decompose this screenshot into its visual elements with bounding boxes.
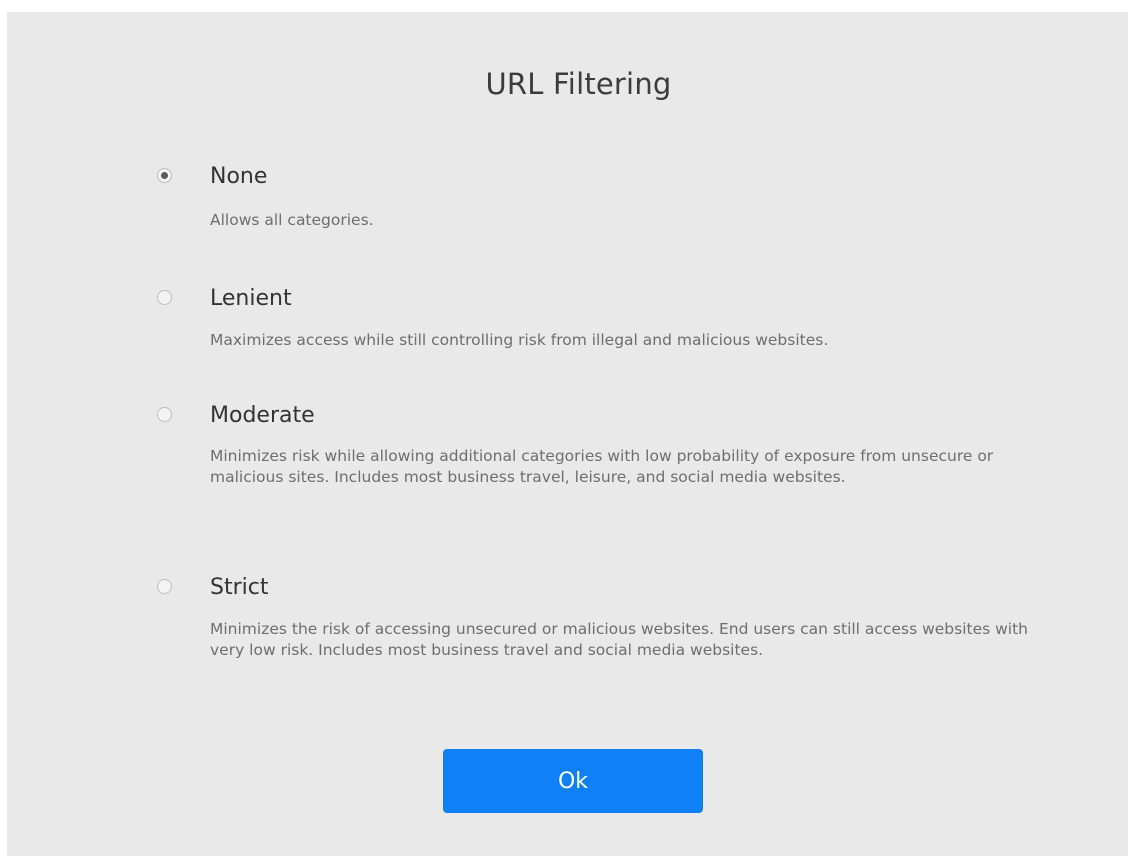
- option-lenient-label: Lenient: [210, 286, 292, 311]
- option-none-description: Allows all categories.: [210, 211, 374, 229]
- radio-lenient[interactable]: [157, 290, 172, 305]
- option-strict-label: Strict: [210, 575, 269, 600]
- option-moderate-description: Minimizes risk while allowing additional…: [210, 447, 994, 486]
- radio-moderate[interactable]: [157, 407, 172, 422]
- radio-strict[interactable]: [157, 579, 172, 594]
- url-filtering-dialog: URL Filtering None Allows all categories…: [7, 12, 1128, 856]
- option-none-label: None: [210, 164, 268, 189]
- radio-none[interactable]: [157, 168, 172, 183]
- option-moderate-label: Moderate: [210, 403, 315, 428]
- ok-button[interactable]: Ok: [443, 749, 703, 813]
- option-lenient-description: Maximizes access while still controlling…: [210, 331, 829, 349]
- option-strict-description: Minimizes the risk of accessing unsecure…: [210, 620, 1029, 659]
- dialog-title: URL Filtering: [485, 67, 672, 101]
